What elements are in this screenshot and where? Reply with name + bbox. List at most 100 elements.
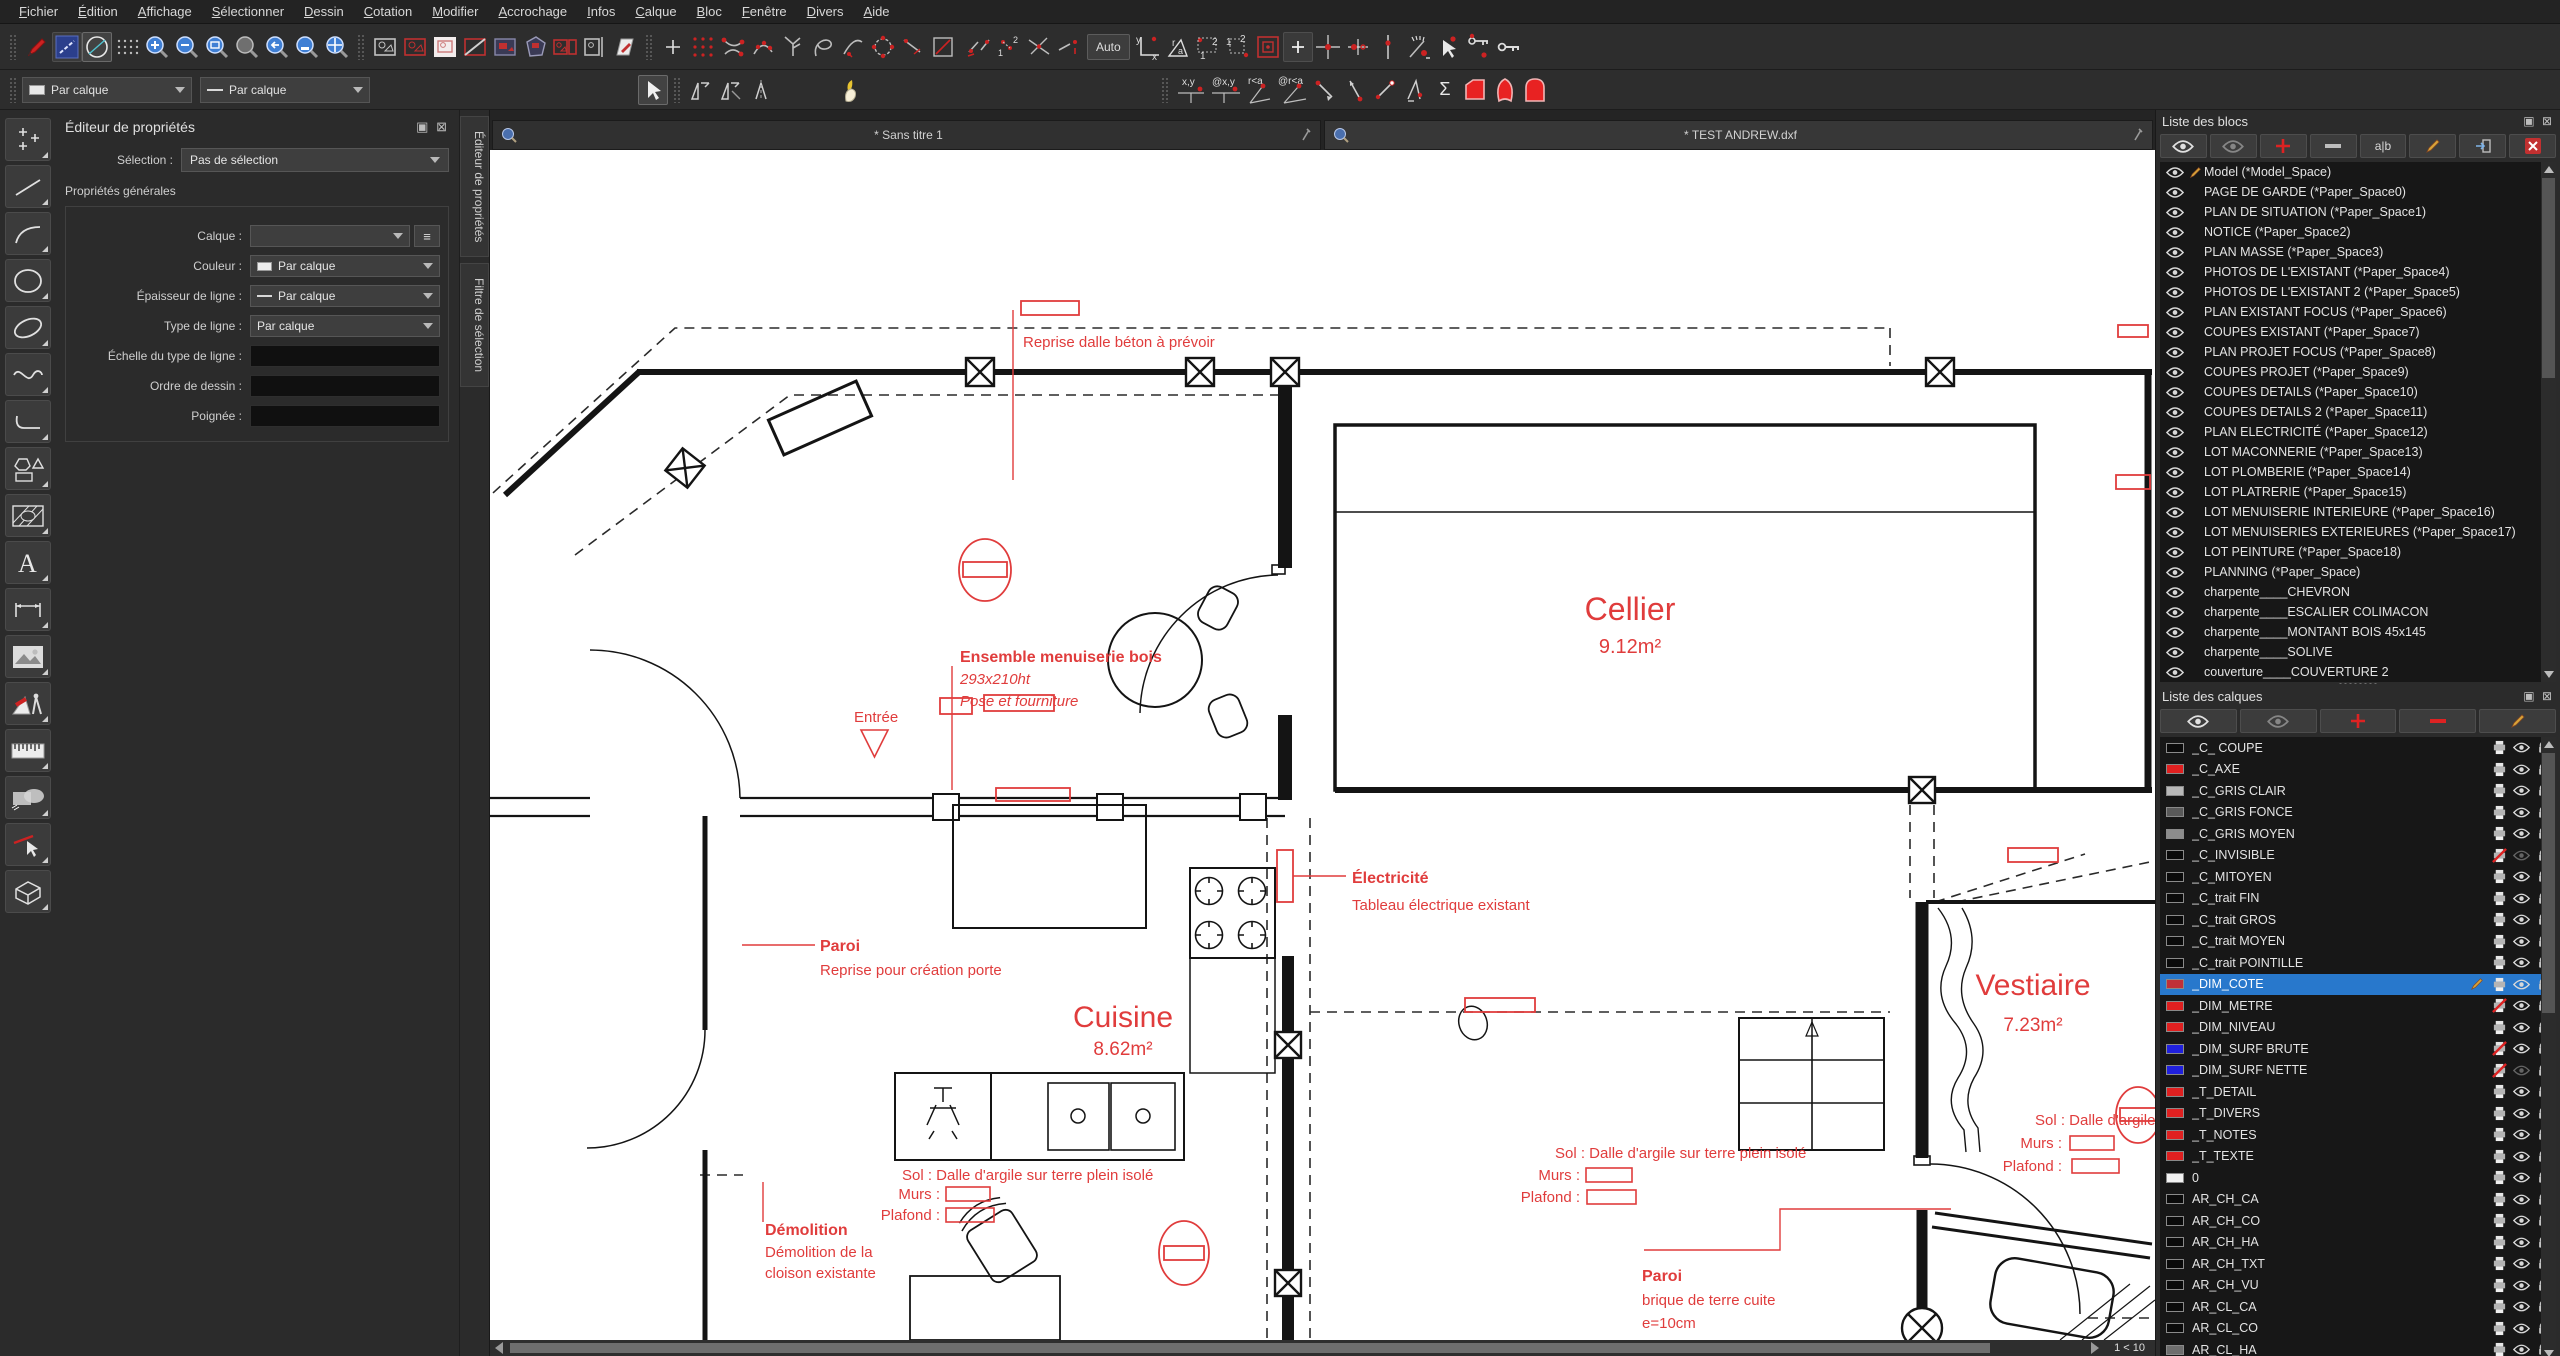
scroll-left-arrow[interactable] [495, 1342, 503, 1354]
region-petal-icon[interactable] [1490, 75, 1520, 105]
eye-icon[interactable] [2510, 1022, 2532, 1033]
line-settings-icon[interactable] [52, 32, 82, 62]
layer-list-item[interactable]: _C_GRIS FONCE [2160, 802, 2556, 824]
layer-color-swatch[interactable] [2166, 1345, 2184, 1355]
block-list-item[interactable]: NOTICE (*Paper_Space2) [2160, 222, 2556, 242]
printer-icon[interactable] [2488, 1170, 2510, 1185]
select-arrow-button[interactable] [638, 75, 668, 105]
mirror-axis-icon[interactable] [746, 75, 776, 105]
eye-icon[interactable] [2164, 367, 2186, 378]
block-list-item[interactable]: charpente____SOLIVE [2160, 642, 2556, 662]
printer-icon[interactable] [2488, 977, 2510, 992]
printer-icon[interactable] [2488, 1342, 2510, 1356]
layer-color-swatch[interactable] [2166, 1323, 2184, 1333]
printer-icon[interactable] [2488, 1063, 2510, 1078]
color-dropdown[interactable]: Par calque [250, 255, 440, 277]
layer-list-item[interactable]: _C_trait FIN [2160, 888, 2556, 910]
block-list-item[interactable]: LOT MENUISERIES EXTERIEURES (*Paper_Spac… [2160, 522, 2556, 542]
layer-list-item[interactable]: _C_trait GROS [2160, 909, 2556, 931]
block-list-item[interactable]: LOT PEINTURE (*Paper_Space18) [2160, 542, 2556, 562]
toolbar-drag-handle[interactable] [9, 34, 17, 60]
layer-color-swatch[interactable] [2166, 893, 2184, 903]
block-list-item[interactable]: PHOTOS DE L'EXISTANT (*Paper_Space4) [2160, 262, 2556, 282]
zoom-previous-icon[interactable] [262, 32, 292, 62]
remove-block-button[interactable] [2310, 134, 2357, 158]
shapes-tool[interactable] [5, 447, 51, 490]
snap-midpoint-icon[interactable] [748, 32, 778, 62]
block-list-item[interactable]: PLAN EXISTANT FOCUS (*Paper_Space6) [2160, 302, 2556, 322]
eye-icon[interactable] [2164, 507, 2186, 518]
layer-color-swatch[interactable] [2166, 1044, 2184, 1054]
block-list-item[interactable]: PLAN PROJET FOCUS (*Paper_Space8) [2160, 342, 2556, 362]
point-tool[interactable] [5, 118, 51, 161]
block-list-item[interactable]: PLAN ELECTRICITÉ (*Paper_Space12) [2160, 422, 2556, 442]
block-list-item[interactable]: Model (*Model_Space) [2160, 162, 2556, 182]
printer-icon[interactable] [2488, 1149, 2510, 1164]
sheet-edit-icon[interactable] [610, 32, 640, 62]
region-tool[interactable] [5, 776, 51, 819]
layer-list-item[interactable]: _T_DIVERS [2160, 1103, 2556, 1125]
printer-icon[interactable] [2488, 998, 2510, 1013]
block-list-item[interactable]: couverture____COUVERTURE 2 [2160, 662, 2556, 682]
zoom-in-icon[interactable] [142, 32, 172, 62]
eye-icon[interactable] [2164, 207, 2186, 218]
printer-icon[interactable] [2488, 1213, 2510, 1228]
eye-icon[interactable] [2510, 957, 2532, 968]
block-list-item[interactable]: LOT PLATRERIE (*Paper_Space15) [2160, 482, 2556, 502]
eye-icon[interactable] [2510, 893, 2532, 904]
coord-rel-polar-icon[interactable]: @r<a [1276, 75, 1310, 105]
printer-icon[interactable] [2488, 1127, 2510, 1142]
pin-icon[interactable] [2132, 128, 2144, 142]
hide-block-button[interactable] [2210, 134, 2257, 158]
printer-icon[interactable] [2488, 1084, 2510, 1099]
eye-icon[interactable] [2164, 547, 2186, 558]
plus-icon[interactable] [658, 32, 688, 62]
layer-list-item[interactable]: _C_GRIS MOYEN [2160, 823, 2556, 845]
layer-color-swatch[interactable] [2166, 979, 2184, 989]
menu-item-divers[interactable]: Divers [798, 2, 853, 21]
toolbar-drag-handle[interactable] [673, 77, 681, 103]
eye-icon[interactable] [2510, 807, 2532, 818]
eye-icon[interactable] [2164, 467, 2186, 478]
block-list-item[interactable]: PLANNING (*Paper_Space) [2160, 562, 2556, 582]
layer-list-item[interactable]: _DIM_SURF BRUTE [2160, 1038, 2556, 1060]
printer-icon[interactable] [2488, 1278, 2510, 1293]
viewport-icon[interactable] [370, 32, 400, 62]
eye-icon[interactable] [2510, 1151, 2532, 1162]
layer-color-swatch[interactable] [2166, 1130, 2184, 1140]
match-brush-icon[interactable] [836, 75, 866, 105]
printer-icon[interactable] [2488, 869, 2510, 884]
zoom-selected-icon[interactable] [292, 32, 322, 62]
color-dropdown[interactable]: Par calque [22, 77, 192, 103]
layer-color-swatch[interactable] [2166, 1001, 2184, 1011]
show-layer-button[interactable] [2160, 709, 2237, 733]
printer-icon[interactable] [2488, 934, 2510, 949]
block-list-item[interactable]: PHOTOS DE L'EXISTANT 2 (*Paper_Space5) [2160, 282, 2556, 302]
block-list-item[interactable]: PLAN MASSE (*Paper_Space3) [2160, 242, 2556, 262]
viewport-red-icon[interactable] [400, 32, 430, 62]
snap-loop-icon[interactable] [808, 32, 838, 62]
layer-list-item[interactable]: _C_ COUPE [2160, 737, 2556, 759]
dim-points-21-icon[interactable]: 12 [1223, 32, 1253, 62]
viewport-split-icon[interactable] [580, 32, 610, 62]
layer-color-swatch[interactable] [2166, 936, 2184, 946]
eye-icon[interactable] [2510, 764, 2532, 775]
tracking-offset-icon[interactable] [1343, 32, 1373, 62]
selection-dropdown[interactable]: Pas de sélection [181, 148, 449, 172]
eye-icon[interactable] [2164, 327, 2186, 338]
scroll-right-arrow[interactable] [2091, 1342, 2099, 1354]
eye-icon[interactable] [2164, 387, 2186, 398]
layer-color-swatch[interactable] [2166, 958, 2184, 968]
scrollbar-thumb[interactable] [510, 1343, 1990, 1353]
snap-endpoint-icon[interactable] [718, 32, 748, 62]
menu-item-fenetre[interactable]: Fenêtre [733, 2, 796, 21]
measure-tool[interactable] [5, 682, 51, 725]
toolbar-drag-handle[interactable] [1161, 77, 1169, 103]
block-list-item[interactable]: LOT MENUISERIE INTERIEURE (*Paper_Space1… [2160, 502, 2556, 522]
tab-property-editor[interactable]: Éditeur de propriétés [460, 116, 489, 257]
zoom-out-icon[interactable] [172, 32, 202, 62]
eye-icon[interactable] [2510, 1344, 2532, 1355]
layer-color-swatch[interactable] [2166, 1087, 2184, 1097]
printer-icon[interactable] [2488, 783, 2510, 798]
layer-list-item[interactable]: _C_MITOYEN [2160, 866, 2556, 888]
